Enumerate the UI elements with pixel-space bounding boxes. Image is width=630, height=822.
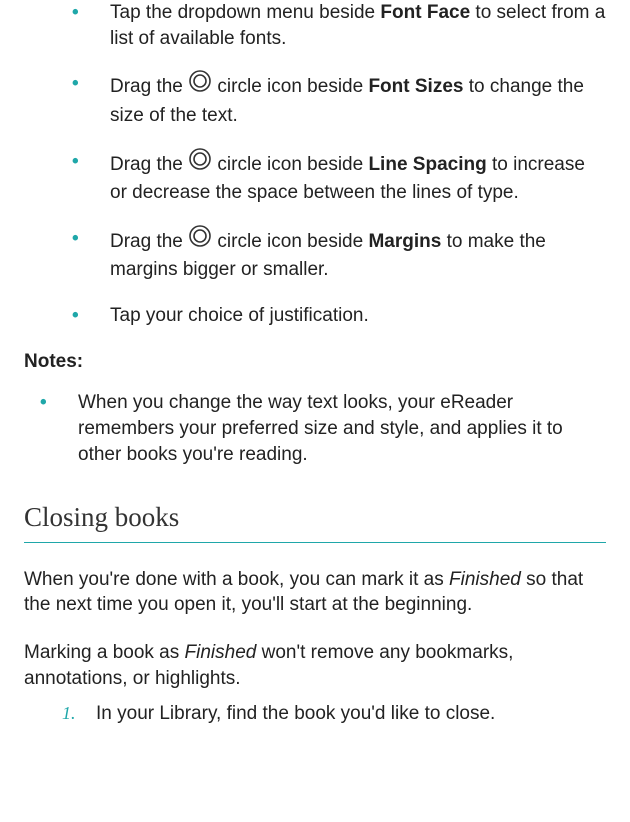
text-bold: Font Sizes — [368, 76, 463, 97]
text: When you change the way text looks, your… — [78, 392, 563, 464]
text-italic: Finished — [449, 569, 521, 590]
list-item: Tap your choice of justification. — [24, 303, 606, 329]
text: circle icon beside — [212, 153, 368, 174]
text: Drag the — [110, 76, 188, 97]
text: circle icon beside — [212, 231, 368, 252]
text-bold: Notes — [24, 351, 77, 372]
list-item: When you change the way text looks, your… — [24, 390, 606, 467]
text: Marking a book as — [24, 642, 185, 663]
paragraph: When you're done with a book, you can ma… — [24, 567, 606, 618]
text-bold: Font Face — [380, 2, 470, 23]
list-item: Drag the circle icon beside Font Sizes t… — [24, 71, 606, 128]
text: Tap the dropdown menu beside — [110, 2, 380, 23]
text: When you're done with a book, you can ma… — [24, 569, 449, 590]
section-heading: Closing books — [24, 499, 606, 542]
text: In your Library, find the book you'd lik… — [96, 703, 495, 724]
text-bold: Margins — [368, 231, 441, 252]
circle-icon — [188, 69, 212, 101]
text: circle icon beside — [212, 76, 368, 97]
notes-label: Notes: — [24, 349, 606, 375]
instruction-list: Tap the dropdown menu beside Font Face t… — [24, 0, 606, 329]
text: Drag the — [110, 153, 188, 174]
list-item: In your Library, find the book you'd lik… — [24, 701, 606, 727]
text: : — [77, 351, 83, 372]
circle-icon — [188, 147, 212, 179]
list-item: Drag the circle icon beside Margins to m… — [24, 226, 606, 283]
paragraph: Marking a book as Finished won't remove … — [24, 640, 606, 691]
steps-list: In your Library, find the book you'd lik… — [24, 701, 606, 727]
notes-list: When you change the way text looks, your… — [24, 390, 606, 467]
text: Drag the — [110, 231, 188, 252]
list-item: Tap the dropdown menu beside Font Face t… — [24, 0, 606, 51]
text: Tap your choice of justification. — [110, 305, 369, 326]
text-italic: Finished — [185, 642, 257, 663]
list-item: Drag the circle icon beside Line Spacing… — [24, 149, 606, 206]
circle-icon — [188, 224, 212, 256]
text-bold: Line Spacing — [368, 153, 486, 174]
